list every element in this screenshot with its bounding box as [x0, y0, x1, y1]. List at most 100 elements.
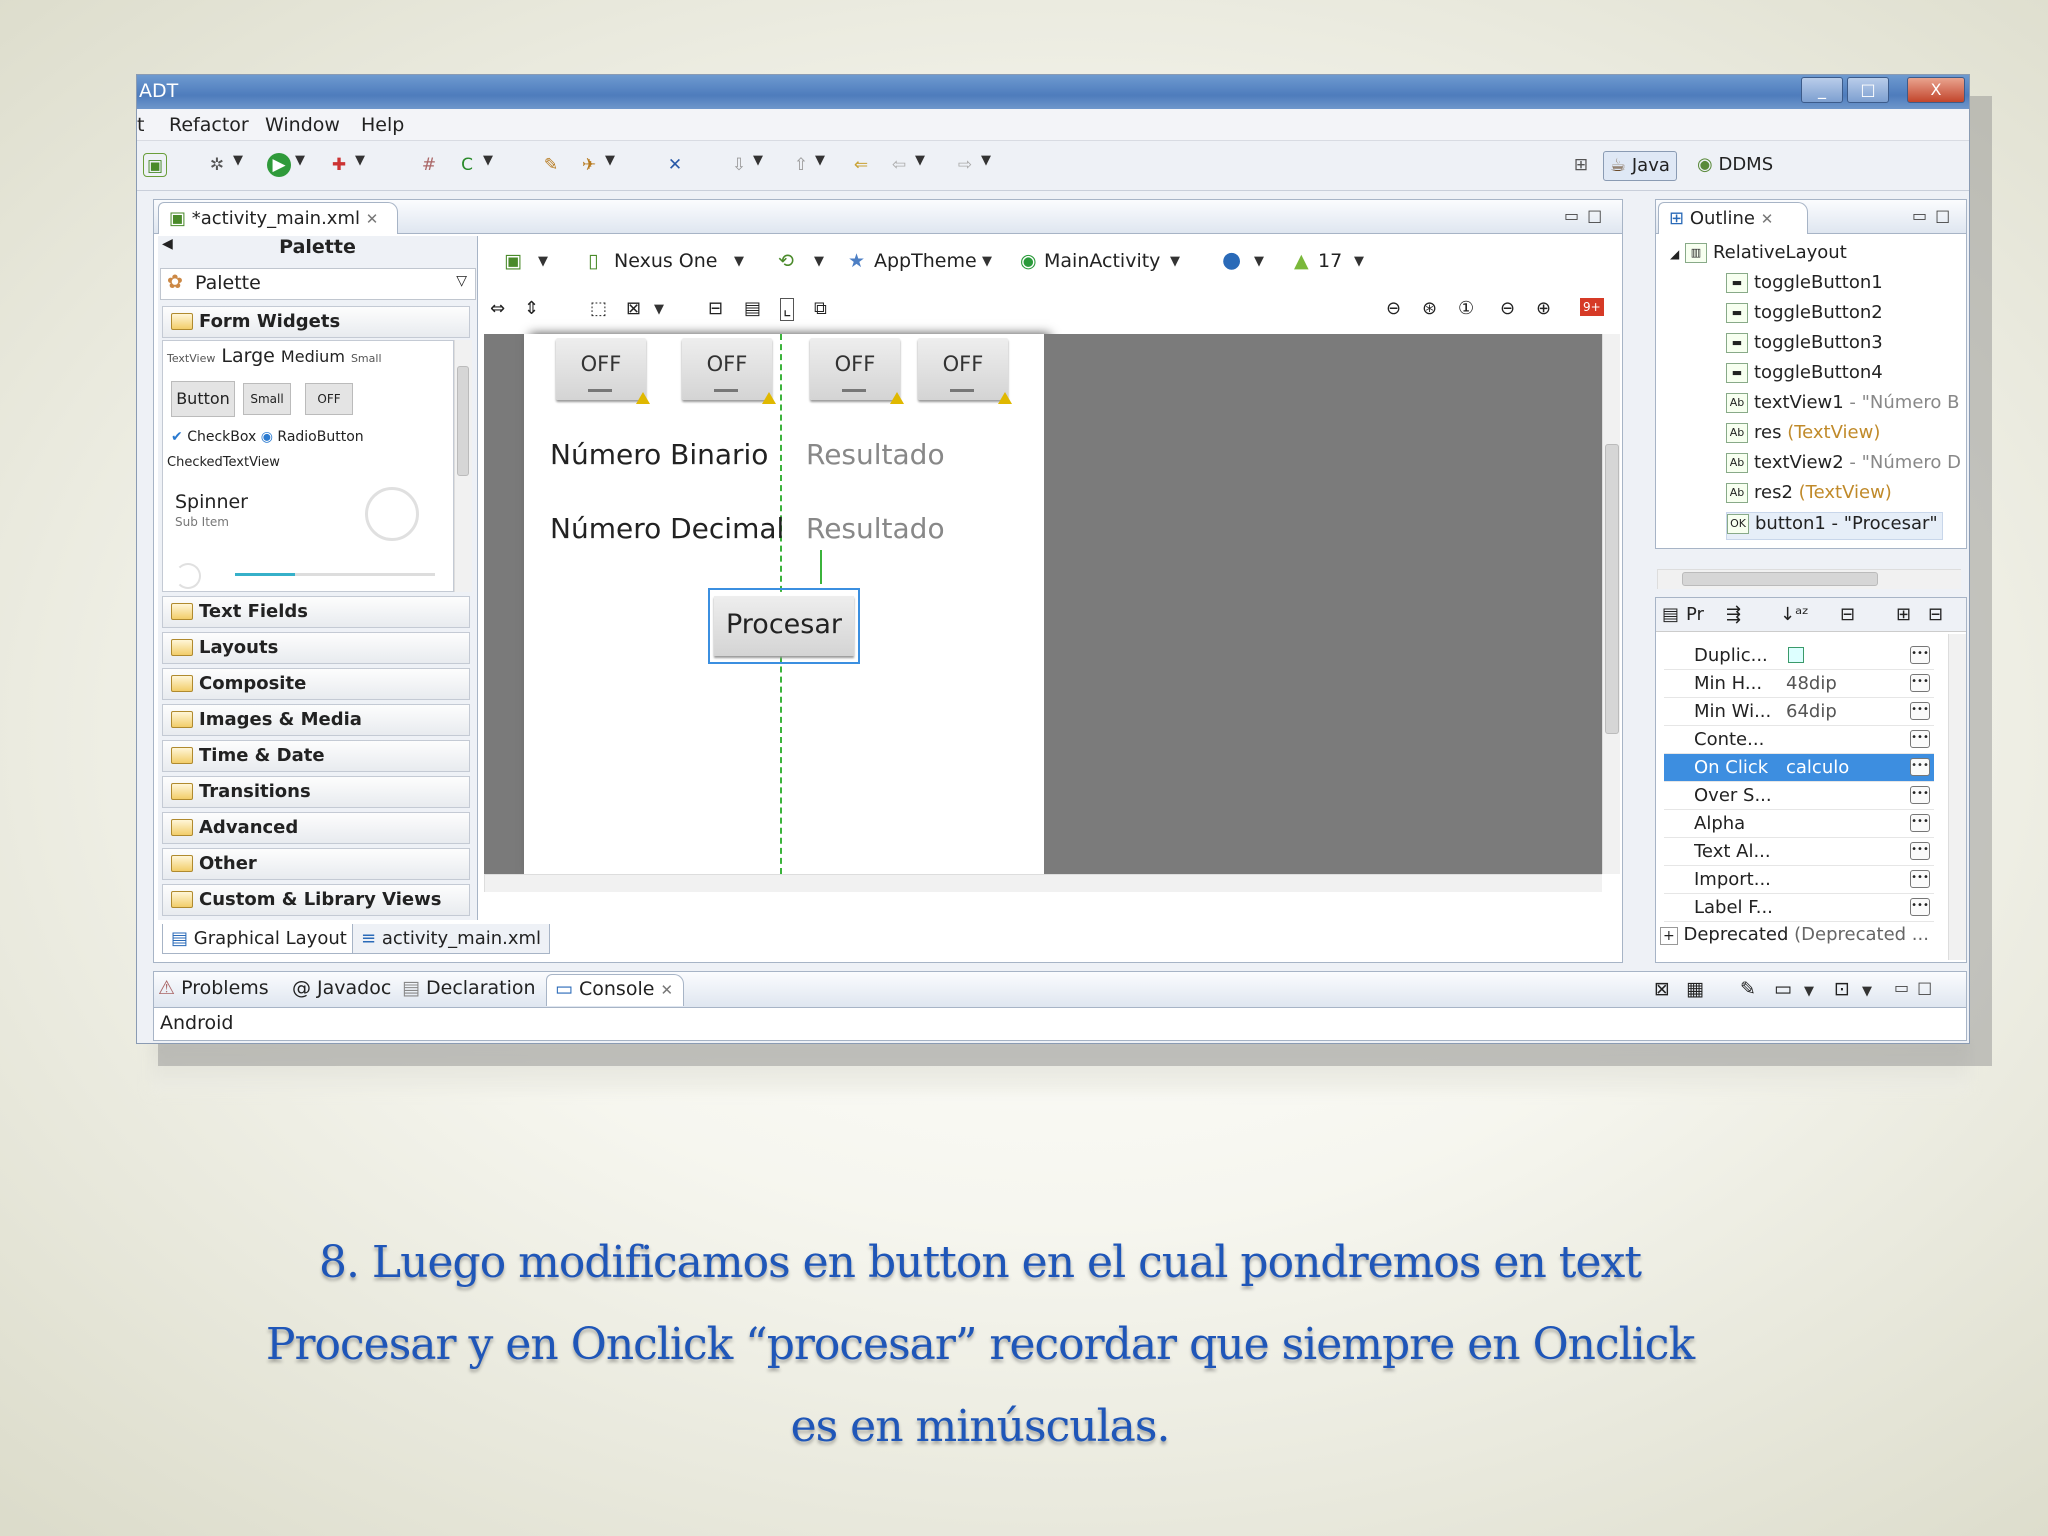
widget-large-text[interactable]: Large	[221, 345, 274, 367]
outline-item[interactable]: Ab textView2 - "Número D	[1726, 452, 1961, 480]
more-icon[interactable]: •••	[1910, 870, 1930, 888]
new-android-file-icon[interactable]: ▣	[143, 153, 167, 177]
outline-item[interactable]: ▬ toggleButton1	[1726, 272, 1883, 300]
property-row[interactable]: Duplic... •••	[1664, 642, 1934, 670]
zoom-in-icon[interactable]: ⊕	[1536, 298, 1551, 319]
open-console-icon[interactable]: ⊡	[1834, 978, 1850, 1000]
widget-medium-text[interactable]: Medium	[281, 347, 345, 366]
menu-project[interactable]: t	[137, 114, 144, 136]
scroll-lock-icon[interactable]: ▦	[1686, 978, 1704, 1000]
textview-numero-decimal[interactable]: Número Decimal	[550, 512, 784, 545]
gravity-dropdown-icon[interactable]: ▼	[654, 302, 664, 317]
editor-minmax-icons[interactable]: ▭□	[1564, 206, 1610, 225]
menu-window[interactable]: Window	[265, 114, 340, 136]
prev-annotation-dropdown-icon[interactable]: ▼	[815, 153, 825, 168]
category-transitions[interactable]: Transitions	[162, 776, 470, 808]
expand-all-icon[interactable]: ⊞	[1896, 604, 1911, 625]
property-row-onclick[interactable]: On Click calculo •••	[1664, 754, 1934, 782]
widget-small-text[interactable]: Small	[351, 352, 382, 365]
activity-dropdown-icon[interactable]: ▼	[1170, 254, 1180, 269]
file-tab[interactable]: ▣ *activity_main.xml ✕	[158, 202, 398, 234]
run-icon[interactable]: ▶	[267, 153, 291, 177]
property-value[interactable]: 48dip	[1786, 673, 1837, 694]
new-class-dropdown-icon[interactable]: ▼	[483, 153, 493, 168]
baseline-icon[interactable]: ▤	[744, 298, 761, 319]
more-icon[interactable]: •••	[1910, 814, 1930, 832]
property-row-deprecated[interactable]: + Deprecated (Deprecated ...	[1660, 924, 1950, 952]
canvas-vertical-scrollbar[interactable]	[1602, 334, 1620, 874]
outline-item[interactable]: Ab res2 (TextView)	[1726, 482, 1892, 510]
activity-selector[interactable]: MainActivity	[1044, 250, 1160, 272]
more-icon[interactable]: •••	[1910, 786, 1930, 804]
orientation-icon[interactable]: ⟲	[778, 250, 794, 272]
tab-close-icon[interactable]: ✕	[1761, 210, 1774, 228]
outline-item[interactable]: ▬ toggleButton3	[1726, 332, 1883, 360]
orientation-dropdown-icon[interactable]: ▼	[814, 254, 824, 269]
open-perspective-icon[interactable]: ⊞	[1569, 153, 1593, 177]
external-tools-icon[interactable]: ✚	[327, 153, 351, 177]
properties-scrollbar[interactable]	[1948, 634, 1966, 960]
toggle-button-2[interactable]: OFF	[682, 338, 776, 404]
advanced-props-icon[interactable]: ⊟	[1840, 604, 1855, 625]
canvas-v-scroll-thumb[interactable]	[1605, 444, 1619, 734]
zoom-actual-icon[interactable]: ①	[1458, 298, 1474, 319]
category-advanced[interactable]: Advanced	[162, 812, 470, 844]
palette-scroll-thumb[interactable]	[457, 366, 469, 476]
category-custom-library[interactable]: Custom & Library Views	[162, 884, 470, 916]
outline-root[interactable]: ◢ ▥ RelativeLayout	[1670, 242, 1847, 270]
palette-dropdown[interactable]: ✿ Palette ▽	[160, 268, 476, 300]
api-level-selector[interactable]: 17	[1318, 250, 1342, 272]
category-images-media[interactable]: Images & Media	[162, 704, 470, 736]
gravity-icon[interactable]: ⊠	[626, 298, 641, 319]
property-row[interactable]: Text Al... •••	[1664, 838, 1934, 866]
widget-toggle-button[interactable]: OFF	[305, 383, 353, 415]
resize-icon[interactable]: ⧉	[814, 298, 827, 319]
category-text-fields[interactable]: Text Fields	[162, 596, 470, 628]
debug-dropdown-icon[interactable]: ▼	[233, 153, 243, 168]
outline-item[interactable]: ▬ toggleButton2	[1726, 302, 1883, 330]
problems-tab[interactable]: ⚠ Problems	[158, 977, 269, 999]
display-console-dropdown-icon[interactable]: ▼	[1804, 984, 1814, 999]
widget-progress-small[interactable]	[175, 563, 201, 589]
widget-checkedtextview[interactable]: CheckedTextView	[167, 455, 280, 470]
property-row[interactable]: Min Wi... 64dip •••	[1664, 698, 1934, 726]
property-row[interactable]: Import... •••	[1664, 866, 1934, 894]
forward-dropdown-icon[interactable]: ▼	[981, 153, 991, 168]
category-layouts[interactable]: Layouts	[162, 632, 470, 664]
fill-width-icon[interactable]: ⇔	[490, 298, 505, 319]
outline-item-selected[interactable]: OK button1 - "Procesar"	[1726, 512, 1943, 540]
property-value[interactable]: calculo	[1786, 757, 1849, 778]
clear-console-icon[interactable]: ⊠	[1654, 978, 1670, 1000]
property-row[interactable]: Label F... •••	[1664, 894, 1934, 922]
widget-spinner[interactable]: Spinner	[175, 491, 248, 513]
outline-item[interactable]: Ab textView1 - "Número B	[1726, 392, 1960, 420]
new-class-icon[interactable]: C	[455, 153, 479, 177]
external-dropdown-icon[interactable]: ▼	[355, 153, 365, 168]
display-console-icon[interactable]: ▭	[1774, 978, 1792, 1000]
expand-plus-icon[interactable]: +	[1660, 927, 1678, 945]
palette-scrollbar[interactable]	[454, 340, 472, 592]
sort-az-icon[interactable]: ↓ᵃᶻ	[1780, 604, 1809, 625]
javadoc-tab[interactable]: @ Javadoc	[292, 977, 391, 999]
minimize-button[interactable]: _	[1801, 77, 1843, 103]
more-icon[interactable]: •••	[1910, 702, 1930, 720]
palette-collapse-icon[interactable]: ◀	[162, 236, 173, 252]
graphical-layout-tab[interactable]: ▤ Graphical Layout	[162, 924, 356, 954]
java-perspective-button[interactable]: ☕ Java	[1603, 151, 1677, 181]
more-icon[interactable]: •••	[1910, 842, 1930, 860]
outline-hscrollbar[interactable]	[1657, 569, 1961, 589]
widget-small-button[interactable]: Small	[243, 383, 291, 415]
locale-globe-icon[interactable]: ●	[1222, 248, 1241, 273]
property-row[interactable]: Over S... •••	[1664, 782, 1934, 810]
widget-radiobutton[interactable]: RadioButton	[277, 429, 363, 445]
distribute-icon[interactable]: ⊟	[708, 298, 723, 319]
theme-selector[interactable]: AppTheme	[874, 250, 977, 272]
checkbox-icon[interactable]	[1788, 647, 1804, 663]
tab-close-icon[interactable]: ✕	[660, 981, 673, 999]
property-value[interactable]: 64dip	[1786, 701, 1837, 722]
console-minmax-icons[interactable]: ▭□	[1894, 978, 1940, 997]
declaration-tab[interactable]: ▤ Declaration	[402, 977, 536, 999]
back-dropdown-icon[interactable]: ▼	[915, 153, 925, 168]
margins-icon[interactable]: ⬚	[590, 298, 607, 319]
xml-source-tab[interactable]: ≡ activity_main.xml	[352, 924, 551, 954]
